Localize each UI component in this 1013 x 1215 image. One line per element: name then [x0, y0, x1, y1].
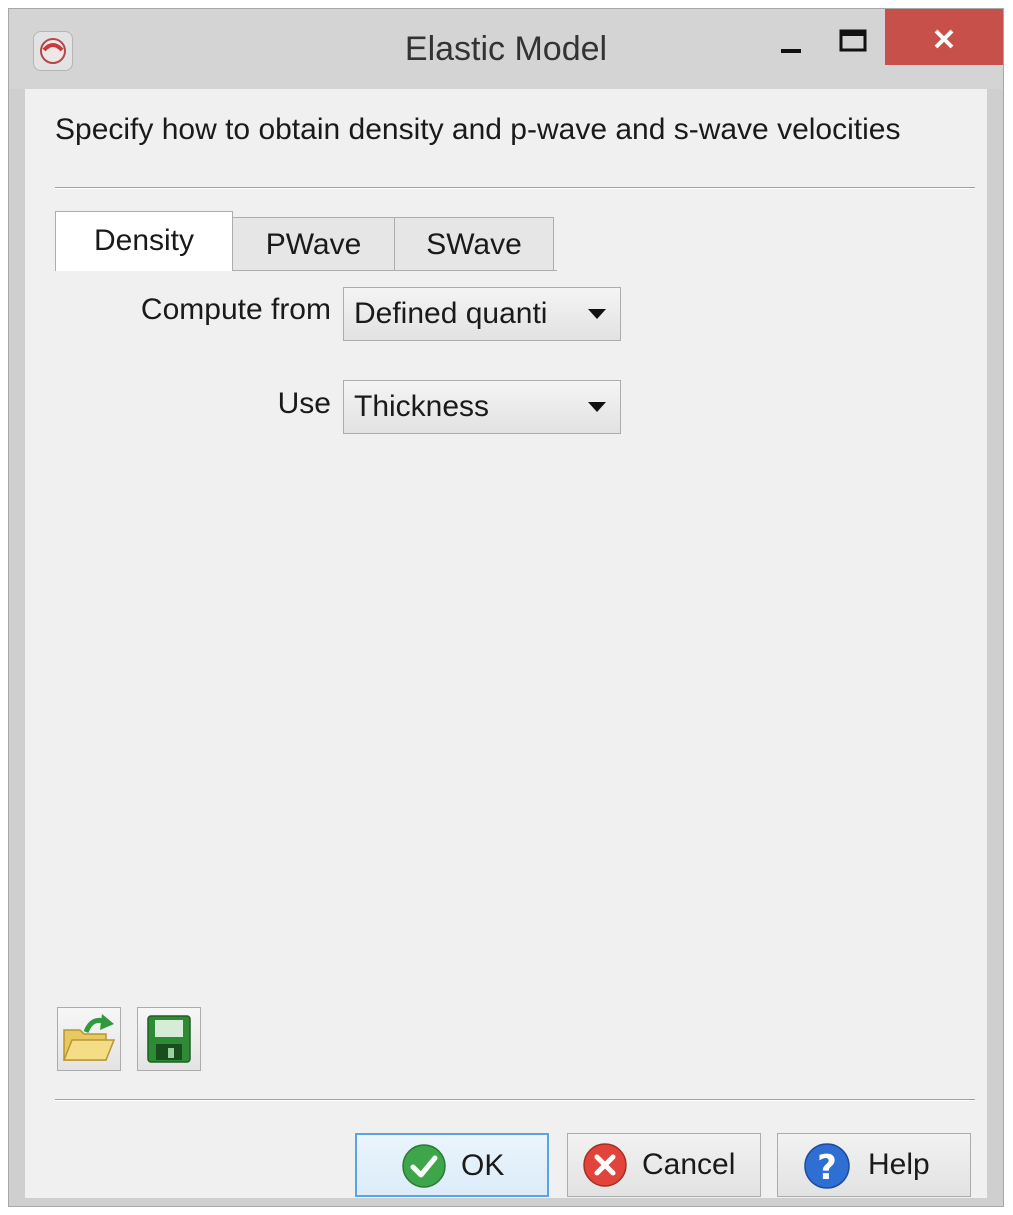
help-circle-icon: ?: [804, 1143, 850, 1189]
tab-density[interactable]: Density: [55, 211, 233, 271]
help-label: Help: [868, 1148, 930, 1181]
close-icon: [934, 29, 954, 49]
dialog-content: Specify how to obtain density and p-wave…: [25, 89, 987, 1198]
minimize-icon: [781, 49, 801, 53]
compute-from-label: Compute from: [140, 293, 331, 326]
dropdown-arrow-icon: [588, 402, 606, 412]
use-dropdown[interactable]: Thickness: [343, 380, 621, 434]
save-disk-icon: [147, 1015, 191, 1063]
ok-button[interactable]: OK: [355, 1133, 549, 1197]
ok-label: OK: [461, 1149, 505, 1182]
close-button[interactable]: [885, 9, 1003, 65]
elastic-model-dialog: Elastic Model Specify how to obtain dens…: [8, 8, 1004, 1207]
save-button[interactable]: [137, 1007, 201, 1071]
tab-swave[interactable]: SWave: [394, 217, 554, 271]
svg-text:?: ?: [817, 1148, 837, 1188]
maximize-icon: [839, 29, 867, 52]
open-file-button[interactable]: [57, 1007, 121, 1071]
cancel-button[interactable]: Cancel: [567, 1133, 761, 1197]
help-button[interactable]: ? Help: [777, 1133, 971, 1197]
minimize-button[interactable]: [761, 9, 821, 65]
tab-pwave[interactable]: PWave: [232, 217, 395, 271]
separator: [55, 187, 975, 189]
use-label: Use: [277, 387, 331, 420]
use-value: Thickness: [354, 390, 490, 423]
separator: [55, 1099, 975, 1101]
cancel-label: Cancel: [642, 1148, 736, 1181]
compute-from-value: Defined quanti: [354, 297, 548, 330]
cancel-circle-icon: [583, 1143, 627, 1187]
open-folder-icon: [62, 1014, 116, 1061]
check-circle-icon: [402, 1144, 446, 1188]
maximize-button[interactable]: [821, 9, 885, 65]
compute-from-dropdown[interactable]: Defined quanti: [343, 287, 621, 341]
dropdown-arrow-icon: [588, 309, 606, 319]
dialog-description: Specify how to obtain density and p-wave…: [55, 113, 901, 146]
title-bar[interactable]: Elastic Model: [9, 9, 1003, 89]
